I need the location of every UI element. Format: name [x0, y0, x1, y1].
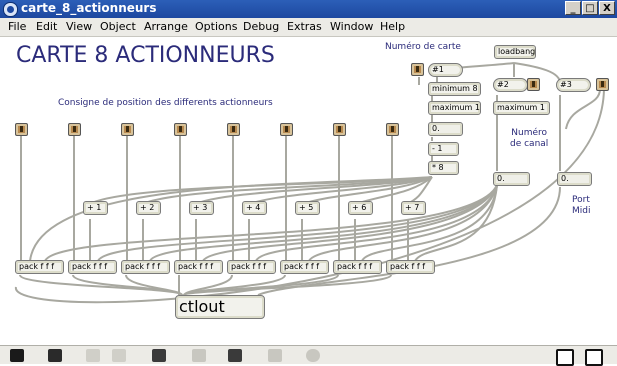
adder-object-7[interactable]: + 7	[401, 201, 426, 215]
pack-object-8[interactable]: pack f f f	[386, 260, 435, 274]
link-icon[interactable]	[86, 349, 100, 362]
gear-icon[interactable]	[306, 349, 320, 362]
bang-button-3[interactable]	[121, 123, 134, 136]
adder-object-4[interactable]: + 4	[242, 201, 267, 215]
ctlout-object[interactable]: ctlout	[175, 295, 265, 319]
toggle-a-icon[interactable]	[556, 349, 574, 366]
bang-button-canal[interactable]	[527, 78, 540, 91]
lock-icon[interactable]	[10, 349, 24, 362]
patch-canvas[interactable]: CARTE 8 ACTIONNEURS Consigne de position…	[0, 37, 617, 345]
menu-arrange[interactable]: Arrange	[144, 20, 188, 33]
pack-object-6[interactable]: pack f f f	[280, 260, 329, 274]
bang-button-7[interactable]	[333, 123, 346, 136]
app-icon	[3, 2, 18, 17]
bang-button-carte[interactable]	[411, 63, 424, 76]
bang-button-2[interactable]	[68, 123, 81, 136]
arg3-object[interactable]: #3	[556, 78, 591, 92]
label-numero-canal-line1: Numéro	[511, 128, 548, 138]
loadbang-object[interactable]: loadbang	[494, 45, 536, 59]
new-object-icon[interactable]	[48, 349, 62, 362]
arg1-object[interactable]: #1	[428, 63, 463, 77]
info-icon[interactable]	[192, 349, 206, 362]
label-numero-carte: Numéro de carte	[385, 42, 461, 52]
patch-subtitle: Consigne de position des differents acti…	[58, 98, 273, 108]
toggle-b-icon[interactable]	[585, 349, 603, 366]
maximum-object-a[interactable]: maximum 1	[428, 101, 481, 115]
minimize-button[interactable]: _	[565, 1, 581, 15]
menu-view[interactable]: View	[66, 20, 92, 33]
pack-object-7[interactable]: pack f f f	[333, 260, 382, 274]
pack-object-4[interactable]: pack f f f	[174, 260, 223, 274]
patcher-toolbar	[0, 345, 617, 366]
grid-icon[interactable]	[268, 349, 282, 362]
label-numero-canal-line2: de canal	[510, 139, 549, 149]
adder-object-2[interactable]: + 2	[136, 201, 161, 215]
window-title: carte_8_actionneurs	[21, 1, 157, 15]
arg2-object[interactable]: #2	[493, 78, 528, 92]
label-numero-canal: Numéro de canal	[510, 128, 548, 150]
window-title-bar[interactable]: carte_8_actionneurs _ □ X	[0, 0, 617, 18]
menu-options[interactable]: Options	[195, 20, 237, 33]
maximum-object-b[interactable]: maximum 1	[493, 101, 550, 115]
menu-bar: File Edit View Object Arrange Options De…	[0, 18, 617, 37]
pack-object-1[interactable]: pack f f f	[15, 260, 64, 274]
label-port-midi: Port Midi	[572, 195, 590, 217]
bang-button-5[interactable]	[227, 123, 240, 136]
patch-title: CARTE 8 ACTIONNEURS	[16, 43, 275, 68]
pack-object-3[interactable]: pack f f f	[121, 260, 170, 274]
label-port-line1: Port	[572, 195, 590, 205]
number-box-carte[interactable]: 0.	[428, 122, 463, 136]
adder-object-5[interactable]: + 5	[295, 201, 320, 215]
label-port-line2: Midi	[572, 206, 591, 216]
menu-debug[interactable]: Debug	[243, 20, 279, 33]
minimum-object[interactable]: minimum 8	[428, 82, 481, 96]
bang-button-4[interactable]	[174, 123, 187, 136]
times-object[interactable]: * 8	[428, 161, 459, 175]
close-button[interactable]: X	[599, 1, 615, 15]
menu-edit[interactable]: Edit	[36, 20, 57, 33]
adder-object-3[interactable]: + 3	[189, 201, 214, 215]
menu-extras[interactable]: Extras	[287, 20, 322, 33]
number-box-canal[interactable]: 0.	[493, 172, 530, 186]
maximize-button[interactable]: □	[582, 1, 598, 15]
bang-button-6[interactable]	[280, 123, 293, 136]
menu-object[interactable]: Object	[100, 20, 136, 33]
close-box-icon[interactable]	[112, 349, 126, 362]
minus-object[interactable]: - 1	[428, 142, 459, 156]
bang-button-port[interactable]	[596, 78, 609, 91]
graph-icon[interactable]	[152, 349, 166, 362]
bang-button-8[interactable]	[386, 123, 399, 136]
menu-file[interactable]: File	[8, 20, 26, 33]
pack-object-2[interactable]: pack f f f	[68, 260, 117, 274]
adder-object-6[interactable]: + 6	[348, 201, 373, 215]
menu-help[interactable]: Help	[380, 20, 405, 33]
camera-icon[interactable]	[228, 349, 242, 362]
pack-object-5[interactable]: pack f f f	[227, 260, 276, 274]
bang-button-1[interactable]	[15, 123, 28, 136]
number-box-port[interactable]: 0.	[557, 172, 592, 186]
adder-object-1[interactable]: + 1	[83, 201, 108, 215]
menu-window[interactable]: Window	[330, 20, 373, 33]
